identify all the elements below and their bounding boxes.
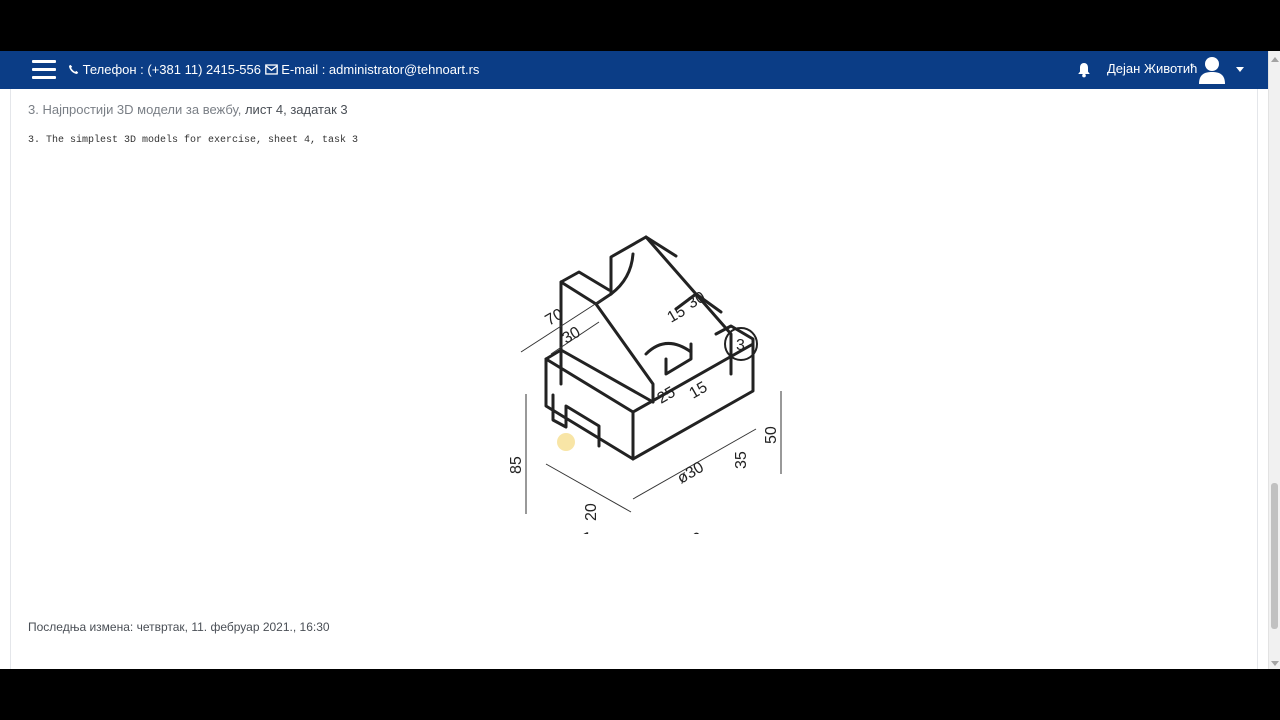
user-avatar-icon[interactable] xyxy=(1196,53,1228,85)
scrollbar-thumb[interactable] xyxy=(1271,483,1278,629)
last-modified-text: Последња измена: четвртак, 11. фебруар 2… xyxy=(28,620,330,634)
arc-cut xyxy=(609,252,635,296)
menu-toggle-button[interactable] xyxy=(32,60,56,80)
dim-label-15-mid: 15 xyxy=(687,379,711,403)
phone-icon xyxy=(68,64,79,75)
task-title-sheet: лист 4, задатак 3 xyxy=(244,102,348,117)
task-title: 3. Најпростији 3D модели за вежбу, лист … xyxy=(28,102,348,117)
dim-label-100: 100 xyxy=(675,529,707,534)
envelope-icon xyxy=(264,64,278,75)
dim-label-15-top: 15 xyxy=(665,303,689,327)
dim-label-40: 40 xyxy=(575,528,599,534)
user-name[interactable]: Дејан Животић xyxy=(1107,61,1197,76)
task-number-label: 3 xyxy=(736,337,745,354)
top-navbar: Телефон : (+381 11) 2415-556 E-mail : ad… xyxy=(0,51,1268,90)
contact-info: Телефон : (+381 11) 2415-556 E-mail : ad… xyxy=(68,62,479,77)
email-link[interactable]: E-mail : administrator@tehnoart.rs xyxy=(281,62,479,77)
dim-label-50: 50 xyxy=(763,426,780,444)
hole-arc xyxy=(644,342,693,356)
notifications-bell-icon[interactable] xyxy=(1077,62,1091,78)
task-title-prefix: 3. Најпростији 3D модели за вежбу, xyxy=(28,102,245,117)
scroll-down-arrow-icon[interactable] xyxy=(1271,661,1279,666)
content-card: 3. Најпростији 3D модели за вежбу, лист … xyxy=(10,89,1258,669)
user-menu-chevron-down-icon[interactable] xyxy=(1236,67,1244,72)
dim-label-30-top-right: 30 xyxy=(685,289,709,313)
dim-label-phi30: ø30 xyxy=(675,459,707,488)
dim-label-20: 20 xyxy=(583,503,600,521)
dim-label-35: 35 xyxy=(733,451,750,469)
dim-label-30-top: 30 xyxy=(560,324,584,348)
task-title-english: 3. The simplest 3D models for exercise, … xyxy=(28,135,359,146)
page-scrollbar[interactable] xyxy=(1268,51,1280,669)
main-content: 3. Најпростији 3D модели за вежбу, лист … xyxy=(0,89,1268,669)
dim-label-85: 85 xyxy=(508,456,525,474)
cursor-highlight xyxy=(557,433,575,451)
scroll-up-arrow-icon[interactable] xyxy=(1271,57,1279,62)
phone-text: Телефон : (+381 11) 2415-556 xyxy=(82,62,261,77)
dim-label-70-top: 70 xyxy=(543,306,567,330)
technical-drawing: 3 70 30 15 30 25 15 85 50 35 ø30 20 40 1… xyxy=(508,235,782,534)
